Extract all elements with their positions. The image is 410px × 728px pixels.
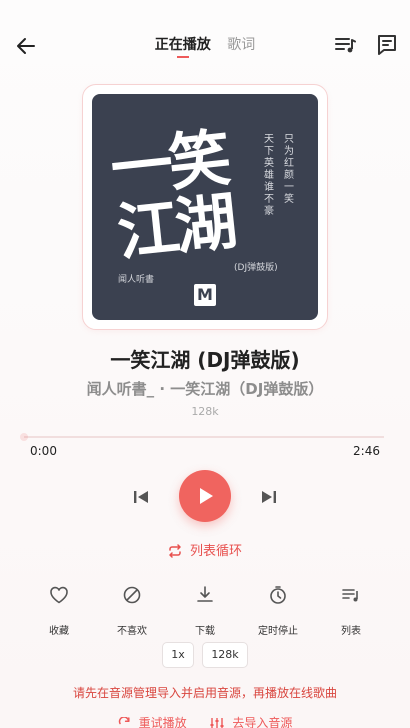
active-tab-indicator — [176, 56, 189, 58]
play-button[interactable] — [179, 470, 231, 522]
sleep-timer-button[interactable]: 定时停止 — [243, 584, 313, 637]
tab-lyrics-label: 歌词 — [227, 37, 256, 53]
play-mode-label: 列表循环 — [189, 544, 242, 559]
progress-slider[interactable] — [20, 433, 384, 441]
play-icon — [200, 488, 213, 504]
repeat-icon — [169, 544, 181, 558]
queue-list-label: 列表 — [341, 626, 361, 637]
current-time: 0:00 — [30, 444, 57, 458]
cover-art-vertical-text-left: 天下英雄谁不豪 — [264, 134, 274, 217]
action-row: 收藏 不喜欢 下载 定时停止 列表 — [0, 584, 410, 640]
block-icon — [123, 586, 141, 604]
heart-icon — [50, 586, 68, 604]
timer-icon — [270, 586, 286, 604]
dislike-label: 不喜欢 — [117, 626, 147, 637]
song-quality: 128k — [191, 405, 219, 418]
download-label: 下载 — [195, 626, 215, 637]
dislike-button[interactable]: 不喜欢 — [97, 584, 167, 637]
list-icon — [342, 589, 358, 602]
total-time: 2:46 — [353, 444, 380, 458]
favorite-label: 收藏 — [49, 626, 69, 637]
comment-icon[interactable] — [374, 32, 400, 58]
sleep-timer-label: 定时停止 — [258, 626, 298, 637]
import-source-button[interactable]: 去导入音源 — [210, 714, 292, 728]
top-bar: 正在播放 歌词 — [0, 0, 410, 90]
retry-play-button[interactable]: 重试播放 — [118, 714, 187, 728]
cover-art-title: 一笑江湖 — [107, 121, 237, 270]
source-notice: 请先在音源管理导入并启用音源，再播放在线歌曲 — [72, 686, 337, 700]
queue-list-button[interactable]: 列表 — [316, 584, 386, 637]
tab-lyrics[interactable]: 歌词 — [227, 34, 255, 54]
progress-thumb[interactable] — [20, 433, 28, 441]
cover-art-subtitle: (DJ弹鼓版) — [234, 263, 278, 273]
cover-art-vertical-text-right: 只为红颜一笑 — [284, 134, 294, 205]
equalizer-icon — [210, 718, 224, 728]
next-track-button[interactable] — [256, 484, 282, 510]
download-icon — [197, 586, 213, 602]
skip-previous-icon — [134, 491, 148, 503]
tab-now-playing[interactable]: 正在播放 — [154, 34, 211, 58]
album-cover-frame: 一笑江湖 天下英雄谁不豪 只为红颜一笑 (DJ弹鼓版) 闻人听書 M — [82, 84, 328, 330]
play-mode-button[interactable]: 列表循环 — [0, 540, 410, 559]
quality-chip[interactable]: 128k — [202, 642, 248, 668]
previous-track-button[interactable] — [128, 484, 154, 510]
retry-play-label: 重试播放 — [138, 716, 187, 728]
cover-art-logo: M — [194, 284, 216, 306]
import-source-label: 去导入音源 — [232, 716, 293, 728]
bottom-actions: 重试播放 去导入音源 — [0, 714, 410, 728]
favorite-button[interactable]: 收藏 — [24, 584, 94, 637]
tab-now-playing-label: 正在播放 — [154, 37, 211, 53]
cover-art-artist: 闻人听書 — [118, 275, 155, 285]
song-title: 一笑江湖 (DJ弹鼓版) — [110, 348, 300, 372]
refresh-icon — [118, 716, 130, 725]
playlist-icon[interactable] — [332, 32, 358, 58]
song-artist-album[interactable]: 闻人听書_ · 一笑江湖（DJ弹鼓版） — [0, 378, 410, 399]
skip-next-icon — [262, 491, 276, 503]
download-button[interactable]: 下载 — [170, 584, 240, 637]
playback-speed-chip[interactable]: 1x — [162, 642, 194, 668]
album-cover-art: 一笑江湖 天下英雄谁不豪 只为红颜一笑 (DJ弹鼓版) 闻人听書 M — [92, 94, 318, 320]
